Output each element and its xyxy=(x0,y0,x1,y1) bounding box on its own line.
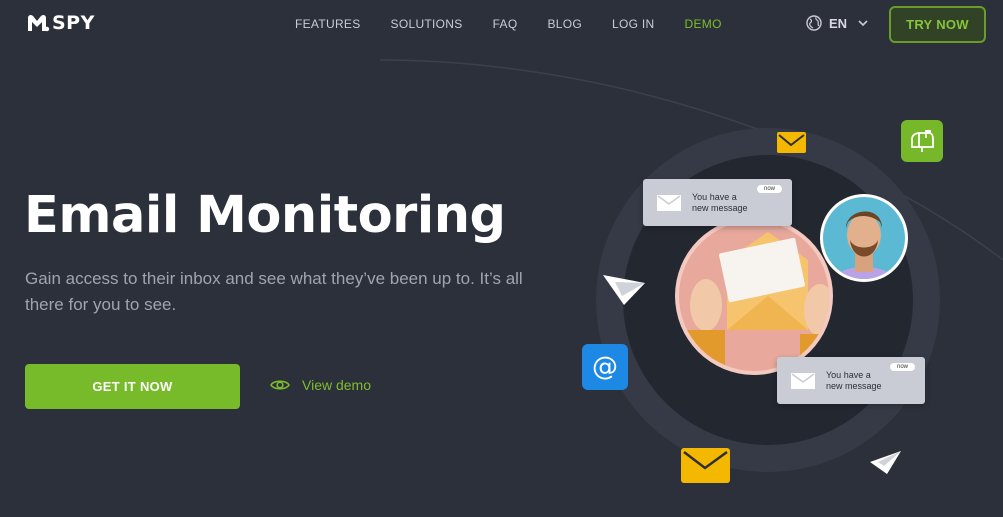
globe-icon xyxy=(806,15,822,31)
paper-plane-icon xyxy=(603,275,645,305)
now-badge: now xyxy=(756,185,782,193)
at-sign-icon: @ xyxy=(582,344,628,390)
envelope-icon xyxy=(657,194,681,211)
logo-text: SPY xyxy=(52,12,95,34)
eye-icon xyxy=(270,380,290,390)
language-selector[interactable]: EN xyxy=(806,15,868,31)
hero-illustration xyxy=(379,59,1003,483)
page-title: Email Monitoring xyxy=(24,186,506,245)
envelope-icon xyxy=(791,372,815,389)
language-label: EN xyxy=(829,15,848,31)
message-text: You have a new message xyxy=(826,369,882,391)
nav-blog[interactable]: BLOG xyxy=(547,17,582,31)
site-header: SPY FEATURES SOLUTIONS FAQ BLOG LOG IN D… xyxy=(0,0,1003,50)
chevron-down-icon xyxy=(858,19,868,26)
nav-demo[interactable]: DEMO xyxy=(685,17,722,31)
message-card-bottom: You have a new message now xyxy=(777,357,925,404)
view-demo-label: View demo xyxy=(302,377,372,393)
nav-features[interactable]: FEATURES xyxy=(295,17,361,31)
paper-plane-icon xyxy=(870,451,901,474)
try-now-button[interactable]: TRY NOW xyxy=(889,6,986,43)
mailbox-icon xyxy=(901,120,943,162)
nav-login[interactable]: LOG IN xyxy=(612,17,654,31)
nav-solutions[interactable]: SOLUTIONS xyxy=(391,17,463,31)
get-it-now-button[interactable]: GET IT NOW xyxy=(25,364,240,409)
logo-m-icon xyxy=(26,13,50,33)
now-badge: now xyxy=(889,363,915,371)
message-card-top: You have a new message now xyxy=(643,179,792,226)
view-demo-link[interactable]: View demo xyxy=(270,377,371,393)
nav-faq[interactable]: FAQ xyxy=(493,17,518,31)
main-nav: FEATURES SOLUTIONS FAQ BLOG LOG IN DEMO xyxy=(295,17,752,31)
logo[interactable]: SPY xyxy=(26,12,95,34)
message-text: You have a new message xyxy=(692,191,748,213)
page-subtitle: Gain access to their inbox and see what … xyxy=(25,269,523,314)
